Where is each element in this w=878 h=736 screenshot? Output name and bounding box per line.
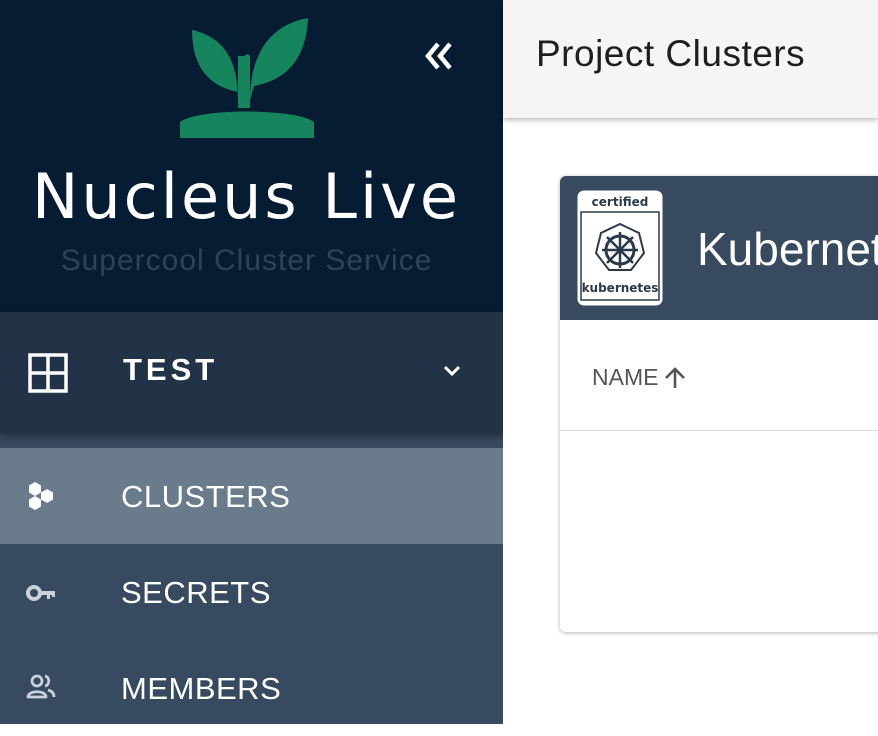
sidebar-item-members[interactable]: MEMBERS (0, 640, 503, 736)
sidebar-item-secrets[interactable]: SECRETS (0, 544, 503, 640)
chevron-down-icon[interactable] (440, 359, 464, 383)
badge-top-text: certified (592, 195, 649, 209)
brand-header: Nucleus Live Supercool Cluster Service (0, 0, 503, 312)
grid-icon (28, 353, 68, 393)
card-header: certified kubernetes Kubernetes (560, 176, 878, 320)
brand-title: Nucleus Live (31, 160, 462, 233)
sidebar-item-label: MEMBERS (121, 671, 282, 706)
top-bar: Project Clusters (503, 0, 878, 118)
column-header-label: NAME (592, 364, 659, 390)
key-icon (26, 585, 55, 601)
column-header-name[interactable]: NAME (592, 364, 688, 391)
collapse-sidebar-icon[interactable] (420, 38, 456, 74)
brand-subtitle: Supercool Cluster Service (60, 244, 433, 277)
people-icon (26, 674, 56, 699)
kubernetes-certified-logo: certified kubernetes (577, 190, 663, 306)
badge-bottom-text: kubernetes (582, 281, 659, 295)
main-content: Project Clusters certified kubernetes Ku… (503, 0, 878, 724)
arrow-up-icon (665, 366, 686, 388)
sprout-icon (180, 18, 314, 138)
hexagons-icon (29, 482, 53, 510)
project-name: TEST (123, 352, 219, 387)
card-title: Kubernetes (697, 223, 878, 275)
sidebar: Nucleus Live Supercool Cluster Service T… (0, 0, 503, 724)
sidebar-item-label: CLUSTERS (121, 479, 291, 514)
sidebar-item-label: SECRETS (121, 575, 271, 610)
project-selector[interactable]: TEST (0, 312, 503, 434)
kubernetes-card: certified kubernetes Kubernetes NAME (560, 176, 878, 632)
table-divider (560, 430, 878, 431)
page-title: Project Clusters (536, 33, 806, 74)
sidebar-item-clusters[interactable]: CLUSTERS (0, 448, 503, 544)
